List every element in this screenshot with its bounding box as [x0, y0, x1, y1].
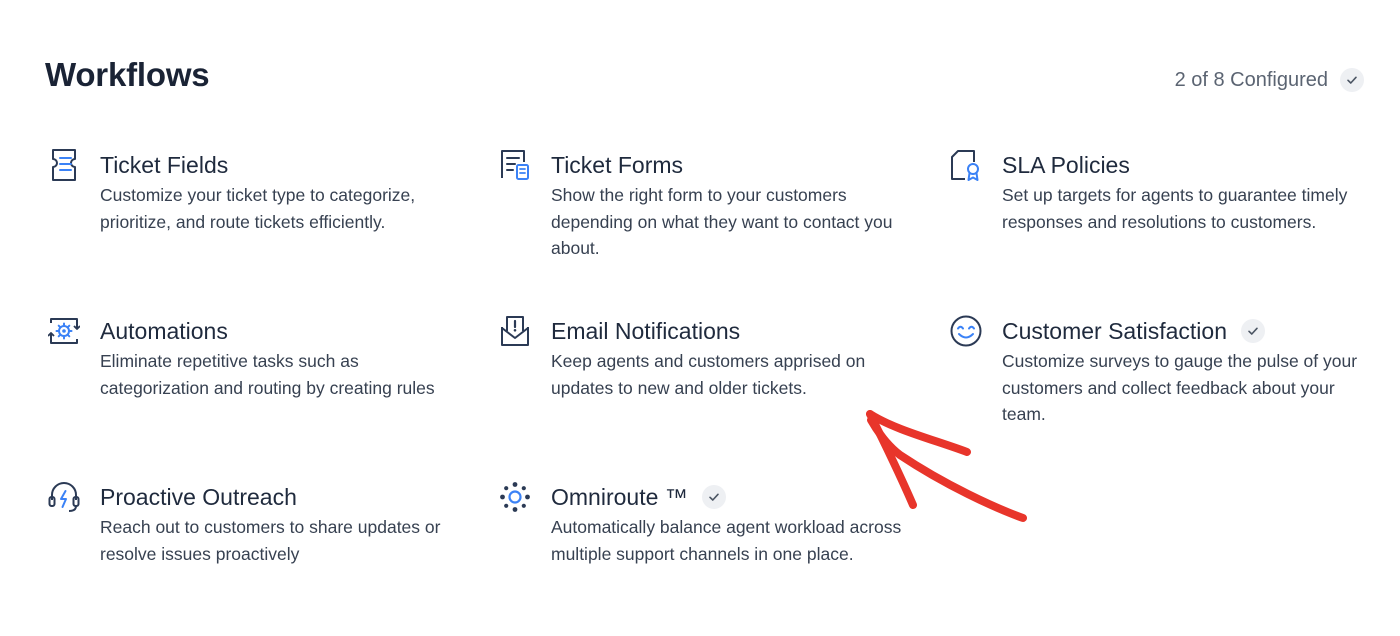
page-title: Workflows [45, 56, 210, 93]
card-title[interactable]: Ticket Forms [551, 148, 683, 182]
configured-progress: 2 of 8 Configured [1175, 66, 1364, 94]
card-description: Show the right form to your customers de… [551, 185, 893, 258]
email-notifications-icon [498, 314, 532, 348]
card-title[interactable]: Automations [100, 314, 228, 348]
card-description: Customize your ticket type to categorize… [100, 185, 416, 232]
card-description: Eliminate repetitive tasks such as categ… [100, 351, 435, 398]
card-description: Customize surveys to gauge the pulse of … [1002, 351, 1358, 424]
card-description: Reach out to customers to share updates … [100, 517, 441, 564]
omniroute-icon [498, 480, 532, 514]
card-title[interactable]: Omniroute ™ [551, 480, 688, 514]
workflow-card-ticket-forms[interactable]: Ticket Forms Show the right form to your… [498, 148, 898, 262]
card-title[interactable]: Customer Satisfaction [1002, 314, 1227, 348]
card-title[interactable]: SLA Policies [1002, 148, 1130, 182]
automations-icon [47, 314, 81, 348]
progress-check-icon [1340, 68, 1364, 92]
configured-check-icon [1240, 319, 1265, 343]
configured-check-icon [701, 485, 726, 509]
workflow-card-customer-satisfaction[interactable]: Customer Satisfaction Customize surveys … [949, 314, 1357, 428]
progress-text: 2 of 8 Configured [1174, 69, 1328, 91]
workflow-card-sla-policies[interactable]: SLA Policies Set up targets for agents t… [949, 148, 1349, 235]
workflow-card-automations[interactable]: Automations Eliminate repetitive tasks s… [47, 314, 447, 401]
card-title[interactable]: Email Notifications [551, 314, 740, 348]
sla-policies-icon [949, 148, 983, 182]
card-title[interactable]: Ticket Fields [100, 148, 228, 182]
card-description: Automatically balance agent workload acr… [551, 517, 902, 564]
card-title[interactable]: Proactive Outreach [100, 480, 297, 514]
workflow-card-proactive-outreach[interactable]: Proactive Outreach Reach out to customer… [47, 480, 447, 567]
ticket-fields-icon [47, 148, 81, 182]
workflow-card-omniroute[interactable]: Omniroute ™ Automatically balance agent … [498, 480, 901, 567]
proactive-outreach-icon [47, 480, 81, 514]
workflow-card-email-notifications[interactable]: Email Notifications Keep agents and cust… [498, 314, 898, 401]
ticket-forms-icon [498, 148, 532, 182]
customer-satisfaction-icon [949, 314, 983, 348]
card-description: Keep agents and customers apprised on up… [551, 351, 866, 398]
workflow-card-ticket-fields[interactable]: Ticket Fields Customize your ticket type… [47, 148, 447, 235]
card-description: Set up targets for agents to guarantee t… [1002, 185, 1348, 232]
